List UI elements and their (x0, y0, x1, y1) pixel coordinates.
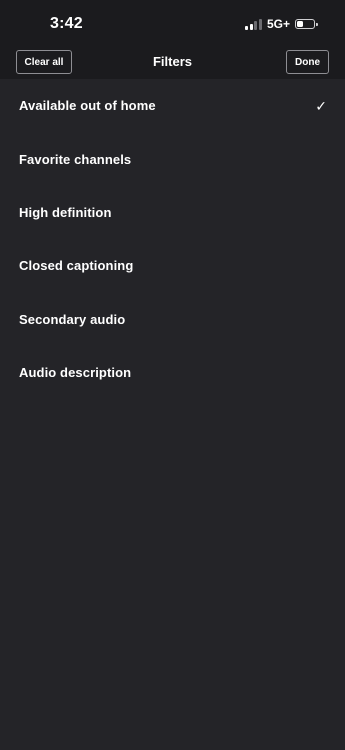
filter-list: Available out of home ✓ Favorite channels H… (0, 79, 345, 399)
filter-item-label: Favorite channels (19, 151, 132, 167)
filter-item[interactable]: Secondary audio (0, 293, 345, 346)
filter-item-label: Closed captioning (19, 258, 134, 274)
filter-item[interactable]: Favorite channels (0, 132, 345, 185)
status-bar: 3:42 5G+ (0, 0, 345, 46)
filter-item-label: Audio description (19, 365, 132, 381)
filter-item-label: Secondary audio (19, 311, 126, 327)
status-indicators: 5G+ (245, 17, 318, 31)
filter-item[interactable]: Closed captioning (0, 239, 345, 292)
checkmark-icon: ✓ (315, 97, 327, 114)
filter-item[interactable]: Available out of home ✓ (0, 79, 345, 132)
cellular-signal-icon (245, 18, 262, 30)
battery-level-fill (297, 21, 303, 27)
signal-bar (249, 23, 253, 30)
navigation-bar: Clear all Filters Done (0, 46, 345, 79)
filters-screen: 3:42 5G+ Clear all Filters Done Availabl… (0, 0, 345, 750)
signal-bar (245, 25, 249, 30)
done-button[interactable]: Done (286, 50, 329, 74)
status-time: 3:42 (50, 15, 83, 32)
filter-item-label: Available out of home (19, 98, 156, 114)
signal-bar (258, 18, 262, 30)
network-type-label: 5G+ (266, 17, 290, 31)
battery-icon (295, 19, 318, 29)
filter-item[interactable]: Audio description (0, 346, 345, 399)
filter-item[interactable]: High definition (0, 186, 345, 239)
signal-bar (254, 21, 258, 30)
filter-item-label: High definition (19, 204, 112, 220)
